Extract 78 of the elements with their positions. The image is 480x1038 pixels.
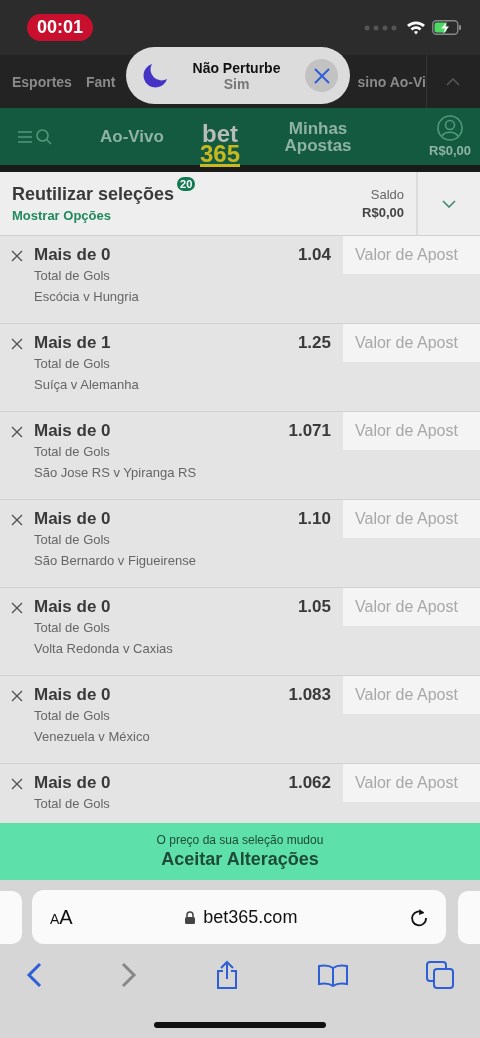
bookmarks-icon[interactable] bbox=[317, 963, 348, 987]
remove-icon[interactable] bbox=[11, 250, 23, 262]
betslip-title: Reutilizar seleções bbox=[12, 184, 175, 205]
selection-name: Mais de 0 bbox=[34, 421, 112, 441]
menu-icon[interactable] bbox=[18, 130, 32, 143]
selection-name: Mais de 0 bbox=[34, 685, 112, 705]
text-size-button[interactable]: AA bbox=[50, 905, 73, 929]
odds-value: 1.04 bbox=[297, 245, 331, 265]
match-name: Volta Redonda v Caxias bbox=[34, 640, 174, 658]
selection-name: Mais de 0 bbox=[34, 597, 112, 617]
sports-nav-item[interactable]: sino Ao-Vi bbox=[357, 73, 426, 90]
wifi-icon bbox=[406, 20, 426, 35]
back-icon[interactable] bbox=[26, 962, 42, 988]
search-icon[interactable] bbox=[36, 128, 52, 145]
banner-message: O preço da sua seleção mudou bbox=[156, 833, 324, 847]
match-name: Suíça v Alemanha bbox=[34, 376, 140, 394]
odds-value: 1.083 bbox=[288, 685, 331, 705]
account-icon[interactable] bbox=[437, 115, 464, 141]
moon-icon bbox=[142, 62, 168, 89]
sports-nav-item[interactable]: Fant bbox=[85, 73, 116, 90]
url-text: bet365.com bbox=[203, 906, 298, 928]
odds-value: 1.05 bbox=[297, 597, 331, 617]
match-name: São Bernardo v Figueirense bbox=[34, 552, 197, 570]
market-name: Total de Gols bbox=[34, 795, 111, 813]
odds-value: 1.071 bbox=[288, 421, 331, 441]
selection-name: Mais de 0 bbox=[34, 509, 112, 529]
address-bar[interactable]: AA bet365.com bbox=[32, 890, 446, 944]
stake-input-field[interactable]: Valor de Apost bbox=[343, 236, 480, 274]
match-name: Venezuela v México bbox=[34, 728, 151, 746]
odds-value: 1.25 bbox=[297, 333, 331, 353]
close-button[interactable] bbox=[305, 59, 338, 92]
stake-input-field[interactable]: Valor de Apost bbox=[343, 764, 480, 802]
market-name: Total de Gols bbox=[34, 355, 111, 373]
chevron-down-icon[interactable] bbox=[442, 199, 456, 208]
stake-input-field[interactable]: Valor de Apost bbox=[343, 588, 480, 626]
match-name: Escócia v Hungria bbox=[34, 288, 140, 306]
account-balance: R$0,00 bbox=[429, 143, 471, 158]
stake-input-field[interactable]: Valor de Apost bbox=[343, 412, 480, 450]
match-name: São Jose RS v Ypiranga RS bbox=[34, 464, 198, 482]
selection-name: Mais de 1 bbox=[34, 333, 112, 353]
recording-time: 00:01 bbox=[27, 14, 94, 41]
close-icon[interactable] bbox=[313, 67, 330, 84]
stake-input-field[interactable]: Valor de Apost bbox=[343, 500, 480, 538]
live-link[interactable]: Ao-Vivo bbox=[100, 126, 200, 147]
market-name: Total de Gols bbox=[34, 707, 111, 725]
market-name: Total de Gols bbox=[34, 619, 111, 637]
tabs-icon[interactable] bbox=[426, 961, 454, 989]
logo[interactable]: bet 365 bbox=[200, 116, 241, 167]
my-bets-link[interactable]: Minhas Apostas bbox=[278, 119, 359, 154]
remove-icon[interactable] bbox=[11, 778, 23, 790]
lock-icon bbox=[185, 910, 196, 924]
balance-value: R$0,00 bbox=[362, 205, 404, 220]
selection-name: Mais de 0 bbox=[34, 773, 112, 793]
market-name: Total de Gols bbox=[34, 267, 111, 285]
chevron-up-icon[interactable] bbox=[446, 77, 460, 86]
stake-input-field[interactable]: Valor de Apost bbox=[343, 676, 480, 714]
share-icon[interactable] bbox=[215, 960, 239, 990]
remove-icon[interactable] bbox=[11, 690, 23, 702]
accept-changes-banner[interactable]: O preço da sua seleção mudou Aceitar Alterações bbox=[0, 823, 480, 880]
accept-changes-label: Aceitar Alterações bbox=[161, 849, 319, 870]
selection-name: Mais de 0 bbox=[34, 245, 112, 265]
selection-count-badge: 20 bbox=[177, 177, 196, 191]
battery-charging-icon bbox=[432, 20, 462, 35]
reload-icon[interactable] bbox=[410, 907, 428, 927]
odds-value: 1.062 bbox=[288, 773, 331, 793]
remove-icon[interactable] bbox=[11, 602, 23, 614]
odds-value: 1.10 bbox=[297, 509, 331, 529]
popup-status: Sim bbox=[223, 75, 250, 92]
market-name: Total de Gols bbox=[34, 443, 111, 461]
remove-icon[interactable] bbox=[11, 426, 23, 438]
stake-input-field[interactable]: Valor de Apost bbox=[343, 324, 480, 362]
balance-label: Saldo bbox=[370, 187, 404, 202]
remove-icon[interactable] bbox=[11, 514, 23, 526]
market-name: Total de Gols bbox=[34, 531, 111, 549]
remove-icon[interactable] bbox=[11, 338, 23, 350]
popup-title: Não Perturbe bbox=[192, 59, 281, 76]
show-options-link[interactable]: Mostrar Opções bbox=[12, 208, 196, 223]
sports-nav-item[interactable]: Esportes bbox=[12, 73, 72, 90]
